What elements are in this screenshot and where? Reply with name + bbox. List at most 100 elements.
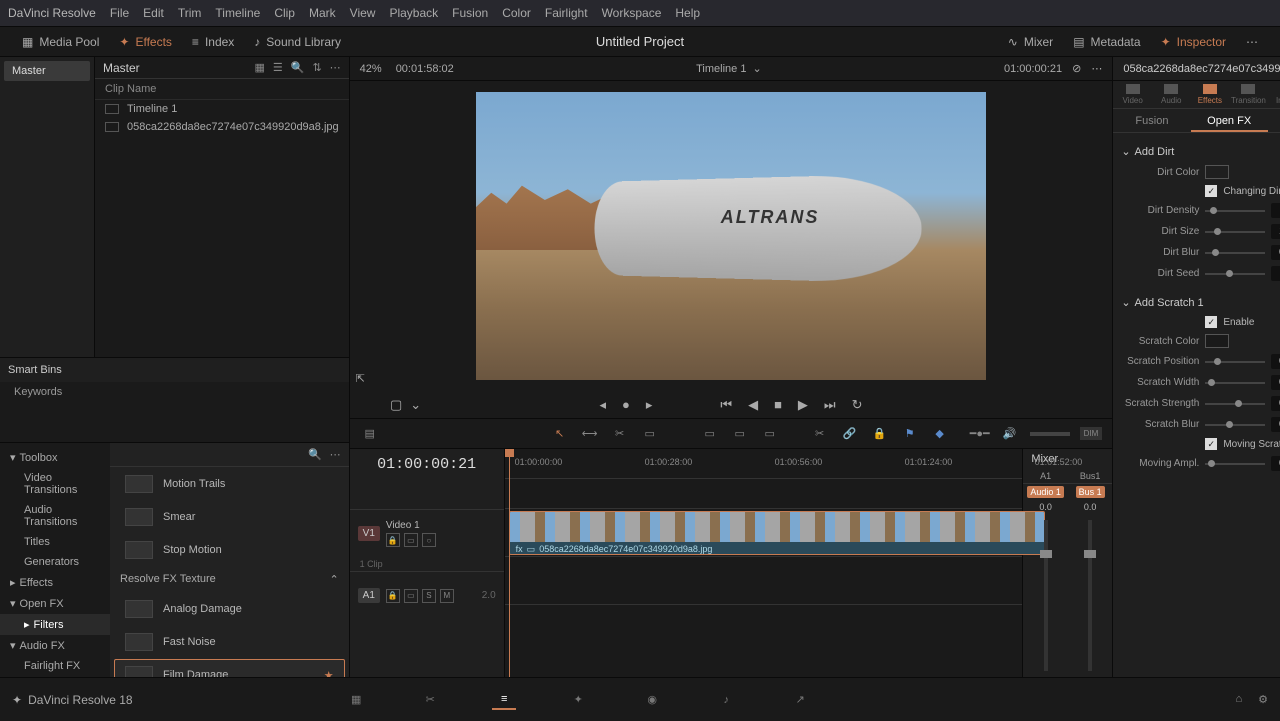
scratch-blur-slider[interactable] xyxy=(1205,424,1264,426)
menu-help[interactable]: Help xyxy=(675,6,700,20)
fx-cat-openfx[interactable]: ▾ Open FX xyxy=(0,593,110,614)
fx-cat-vst[interactable]: VST Effects xyxy=(0,676,110,677)
fx-item-fast-noise[interactable]: Fast Noise xyxy=(114,626,345,658)
page-fusion[interactable]: ✦ xyxy=(566,690,590,710)
blade-tool-icon[interactable]: ✂ xyxy=(610,424,630,444)
fx-item-analog-damage[interactable]: Analog Damage xyxy=(114,593,345,625)
timeline-clip[interactable]: fx▭058ca2268da8ec7274e07c349920d9a8.jpg xyxy=(509,511,1045,555)
overwrite-icon[interactable]: ▭ xyxy=(700,424,720,444)
scratch-width-slider[interactable] xyxy=(1205,382,1264,384)
fx-search-icon[interactable]: 🔍 xyxy=(308,448,322,461)
dirt-blur-slider[interactable] xyxy=(1205,252,1264,254)
moving-ampl-value[interactable]: 0.049 xyxy=(1271,456,1280,471)
home-icon[interactable]: ⌂ xyxy=(1235,693,1242,706)
options-icon[interactable]: ⋯ xyxy=(330,61,341,74)
page-media[interactable]: ▦ xyxy=(344,690,368,710)
insert-icon[interactable]: ▭ xyxy=(640,424,660,444)
page-cut[interactable]: ✂ xyxy=(418,690,442,710)
section-add-scratch[interactable]: ⌄ Add Scratch 1 xyxy=(1121,292,1280,313)
menu-edit[interactable]: Edit xyxy=(143,6,164,20)
selection-tool-icon[interactable]: ↖ xyxy=(550,424,570,444)
page-deliver[interactable]: ↗ xyxy=(788,690,812,710)
page-fairlight[interactable]: ♪ xyxy=(714,690,738,710)
marker-tool-icon[interactable]: ◆ xyxy=(930,424,950,444)
expand-viewer-icon[interactable]: ⇱ xyxy=(356,372,365,385)
page-edit[interactable]: ≡ xyxy=(492,690,516,710)
insp-subtab-openfx[interactable]: Open FX xyxy=(1191,109,1268,132)
section-add-dirt[interactable]: ⌄ Add Dirt xyxy=(1121,141,1280,162)
timeline-timecode[interactable]: 01:00:00:21 xyxy=(350,449,504,479)
scratch-strength-value[interactable]: 0.500 xyxy=(1271,396,1280,411)
dirt-size-value[interactable]: 1.404 xyxy=(1271,224,1280,239)
fx-cat-toolbox[interactable]: ▾ Toolbox xyxy=(0,447,110,468)
inspector-toggle[interactable]: ✦ Inspector xyxy=(1153,32,1234,52)
view-thumb-icon[interactable]: ▦ xyxy=(254,61,264,74)
replace-icon[interactable]: ▭ xyxy=(730,424,750,444)
dirt-color-swatch[interactable] xyxy=(1205,165,1229,179)
moving-scratch-checkbox[interactable]: ✓ xyxy=(1205,438,1217,450)
search-icon[interactable]: 🔍 xyxy=(291,61,305,74)
menu-mark[interactable]: Mark xyxy=(309,6,336,20)
menu-trim[interactable]: Trim xyxy=(178,6,202,20)
bypass-icon[interactable]: ⊘ xyxy=(1072,62,1081,75)
video-track[interactable]: fx▭058ca2268da8ec7274e07c349920d9a8.jpg xyxy=(505,509,1023,557)
viewer[interactable]: ⇱ ALTRANS xyxy=(350,81,1113,391)
menu-workspace[interactable]: Workspace xyxy=(602,6,662,20)
menu-timeline[interactable]: Timeline xyxy=(215,6,260,20)
scratch-strength-slider[interactable] xyxy=(1205,403,1264,405)
dirt-density-slider[interactable] xyxy=(1205,210,1264,212)
smart-bin-keywords[interactable]: Keywords xyxy=(0,382,349,402)
marker-icon[interactable]: ● xyxy=(620,395,632,414)
menu-file[interactable]: File xyxy=(110,6,129,20)
dirt-seed-slider[interactable] xyxy=(1205,273,1264,275)
track-enable-icon[interactable]: ▭ xyxy=(404,589,418,603)
viewer-options-icon[interactable]: ⋯ xyxy=(1091,62,1102,75)
blade-icon[interactable]: ✂ xyxy=(810,424,830,444)
go-start-icon[interactable]: ⏮ xyxy=(718,395,734,415)
scratch-position-value[interactable]: 0.159 xyxy=(1271,354,1280,369)
volume-icon[interactable]: 🔊 xyxy=(1000,424,1020,444)
fx-cat-fairlight-fx[interactable]: Fairlight FX xyxy=(0,656,110,676)
timeline-ruler[interactable]: 01:00:00:00 01:00:28:00 01:00:56:00 01:0… xyxy=(505,449,1023,479)
insp-tab-audio[interactable]: Audio xyxy=(1152,81,1191,108)
dim-button[interactable]: DIM xyxy=(1080,427,1103,440)
fx-item[interactable]: Motion Trails xyxy=(114,468,345,500)
chevron-down-icon[interactable]: ⌄ xyxy=(410,397,421,413)
mixer-ch-bus1[interactable]: Bus 1 xyxy=(1076,486,1105,498)
mute-icon[interactable]: M xyxy=(440,589,454,603)
timeline-tracks[interactable]: 01:00:00:00 01:00:28:00 01:00:56:00 01:0… xyxy=(505,449,1023,677)
media-pool-toggle[interactable]: ▦ Media Pool xyxy=(14,32,107,52)
audio-track[interactable] xyxy=(505,557,1023,605)
effects-toggle[interactable]: ✦ Effects xyxy=(111,32,180,52)
fx-cat-audiofx[interactable]: ▾ Audio FX xyxy=(0,635,110,656)
lock-icon[interactable]: 🔒 xyxy=(386,533,400,547)
menu-fusion[interactable]: Fusion xyxy=(452,6,488,20)
menu-playback[interactable]: Playback xyxy=(389,6,438,20)
insp-subtab-audio[interactable]: Audio xyxy=(1268,109,1280,132)
page-color[interactable]: ◉ xyxy=(640,690,664,710)
playhead[interactable] xyxy=(509,449,510,677)
loop-icon[interactable]: ↻ xyxy=(850,395,865,415)
link-icon[interactable]: 🔗 xyxy=(840,424,860,444)
view-list-icon[interactable]: ☰ xyxy=(273,61,283,74)
volume-slider[interactable] xyxy=(1030,432,1070,436)
scratch-color-swatch[interactable] xyxy=(1205,334,1229,348)
menu-color[interactable]: Color xyxy=(502,6,531,20)
match-frame-icon[interactable]: ▢ xyxy=(390,397,402,413)
menu-clip[interactable]: Clip xyxy=(274,6,295,20)
dirt-seed-value[interactable]: 5 xyxy=(1271,266,1280,281)
prev-edit-icon[interactable]: ◂ xyxy=(597,395,608,415)
scratch-enable-checkbox[interactable]: ✓ xyxy=(1205,316,1217,328)
collapse-icon[interactable]: ⌃ xyxy=(329,573,338,586)
scratch-position-slider[interactable] xyxy=(1205,361,1264,363)
clip-row-image[interactable]: 058ca2268da8ec7274e07c349920d9a8.jpg xyxy=(95,118,349,136)
viewer-zoom[interactable]: 42% xyxy=(360,63,382,75)
insp-tab-video[interactable]: Video xyxy=(1113,81,1152,108)
fx-cat-video-transitions[interactable]: Video Transitions xyxy=(0,468,110,500)
insp-tab-transition[interactable]: Transition xyxy=(1229,81,1268,108)
more-icon[interactable]: ⋯ xyxy=(1238,32,1266,52)
stop-icon[interactable]: ■ xyxy=(772,395,784,414)
solo-icon[interactable]: S xyxy=(422,589,436,603)
lock-icon[interactable]: 🔒 xyxy=(870,424,890,444)
smart-bins-header[interactable]: Smart Bins xyxy=(0,357,349,382)
